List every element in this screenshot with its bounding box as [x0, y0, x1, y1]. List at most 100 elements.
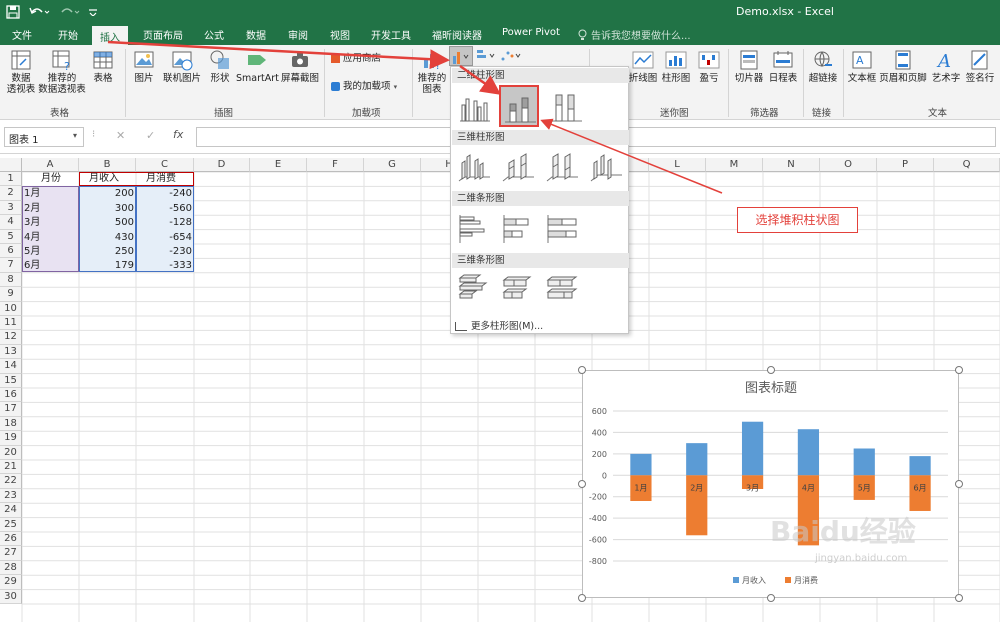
percent-stacked-column-option[interactable] — [548, 89, 584, 125]
row-header-4[interactable]: 4 — [0, 215, 22, 230]
row-header-25[interactable]: 25 — [0, 517, 22, 532]
column-header-P[interactable]: P — [877, 158, 934, 172]
cell-B7[interactable]: 179 — [81, 259, 134, 272]
chart-object[interactable]: 图表标题 600 400 200 0 -200 -400 -600 -800 1月 2月 3月 4月 5… — [582, 370, 959, 598]
tab-file[interactable]: 文件 — [12, 27, 32, 42]
row-header-30[interactable]: 30 — [0, 589, 22, 604]
textbox-button[interactable]: A 文本框 — [846, 49, 878, 84]
tab-power-pivot[interactable]: Power Pivot — [502, 27, 560, 38]
column-chart-dropdown-button[interactable] — [449, 46, 473, 66]
row-header-14[interactable]: 14 — [0, 359, 22, 374]
signature-line-button[interactable]: 签名行 — [963, 49, 997, 84]
row-header-1[interactable]: 1 — [0, 172, 22, 187]
column-header-D[interactable]: D — [194, 158, 250, 172]
scatter-chart-icon[interactable] — [500, 48, 524, 64]
picture-button[interactable]: 图片 — [130, 49, 158, 84]
bar-income-5月[interactable] — [853, 448, 875, 476]
row-header-24[interactable]: 24 — [0, 503, 22, 518]
3d-clustered-bar-option[interactable] — [456, 272, 492, 308]
name-box[interactable]: 图表 1 ▾ — [4, 127, 84, 147]
cell-A3[interactable]: 2月 — [24, 202, 77, 215]
cell-C7[interactable]: -333 — [138, 259, 192, 272]
column-header-O[interactable]: O — [820, 158, 877, 172]
3d-percent-stacked-bar-option[interactable] — [544, 272, 580, 308]
legend-swatch-0[interactable] — [733, 577, 739, 583]
cell-A7[interactable]: 6月 — [24, 259, 77, 272]
3d-clustered-column-option[interactable] — [456, 149, 492, 185]
resize-handle[interactable] — [578, 480, 586, 488]
3d-stacked-column-option[interactable] — [500, 149, 536, 185]
row-header-16[interactable]: 16 — [0, 388, 22, 403]
cell-A6[interactable]: 5月 — [24, 245, 77, 258]
bar-chart-icon[interactable] — [476, 48, 498, 64]
cancel-icon[interactable]: ✕ — [116, 129, 125, 142]
bar-income-3月[interactable] — [741, 421, 764, 476]
cell-C4[interactable]: -128 — [138, 216, 192, 229]
row-header-21[interactable]: 21 — [0, 460, 22, 475]
enter-icon[interactable]: ✓ — [146, 129, 155, 142]
row-header-6[interactable]: 6 — [0, 244, 22, 259]
cell-B1[interactable]: 月收入 — [81, 172, 135, 185]
online-picture-button[interactable]: 联机图片 — [160, 49, 204, 84]
sparkline-winloss-button[interactable]: 盈亏 — [695, 49, 723, 84]
cell-A4[interactable]: 3月 — [24, 216, 77, 229]
chart-title[interactable]: 图表标题 — [745, 381, 797, 396]
row-header-13[interactable]: 13 — [0, 344, 22, 360]
percent-stacked-bar-option[interactable] — [544, 211, 580, 247]
bar-income-4月[interactable] — [797, 429, 820, 476]
timeline-button[interactable]: 日程表 — [767, 49, 799, 84]
smartart-button[interactable]: SmartArt — [236, 49, 279, 84]
select-all-corner[interactable] — [0, 158, 22, 172]
3d-stacked-bar-option[interactable] — [500, 272, 536, 308]
bar-income-2月[interactable] — [686, 443, 708, 476]
tab-developer[interactable]: 开发工具 — [371, 27, 411, 42]
row-header-18[interactable]: 18 — [0, 416, 22, 432]
cell-B5[interactable]: 430 — [81, 231, 134, 244]
stacked-column-option[interactable] — [499, 85, 539, 127]
tab-foxit-reader[interactable]: 福昕阅读器 — [432, 27, 482, 42]
column-header-G[interactable]: G — [364, 158, 421, 172]
row-header-29[interactable]: 29 — [0, 575, 22, 590]
header-footer-button[interactable]: 页眉和页脚 — [879, 49, 927, 84]
bar-income-1月[interactable] — [630, 453, 652, 476]
shapes-button[interactable]: 形状 — [206, 49, 234, 84]
bar-income-6月[interactable] — [909, 456, 931, 476]
row-header-27[interactable]: 27 — [0, 546, 22, 561]
row-header-22[interactable]: 22 — [0, 474, 22, 489]
row-header-26[interactable]: 26 — [0, 532, 22, 547]
column-header-B[interactable]: B — [79, 158, 136, 172]
row-header-15[interactable]: 15 — [0, 373, 22, 388]
tab-view[interactable]: 视图 — [330, 27, 350, 42]
resize-handle[interactable] — [766, 594, 775, 602]
tab-insert[interactable]: 插入 — [92, 26, 128, 45]
recommended-pivot-button[interactable]: ? 推荐的 数据透视表 — [38, 49, 86, 95]
row-header-8[interactable]: 8 — [0, 272, 22, 288]
cell-B6[interactable]: 250 — [81, 245, 134, 258]
cell-A2[interactable]: 1月 — [24, 187, 77, 200]
store-button[interactable]: 应用商店 — [331, 53, 381, 64]
recommended-charts-button[interactable]: ? 推荐的 图表 — [416, 49, 448, 95]
row-header-11[interactable]: 11 — [0, 316, 22, 331]
tab-home[interactable]: 开始 — [58, 27, 78, 42]
column-header-N[interactable]: N — [763, 158, 820, 172]
3d-column-option[interactable] — [588, 149, 624, 185]
table-button[interactable]: 表格 — [89, 49, 117, 84]
row-header-10[interactable]: 10 — [0, 301, 22, 316]
cell-B2[interactable]: 200 — [81, 187, 134, 200]
resize-handle[interactable] — [766, 366, 775, 374]
resize-handle[interactable] — [955, 480, 963, 488]
cell-C3[interactable]: -560 — [138, 202, 192, 215]
cell-C1[interactable]: 月消费 — [138, 172, 192, 185]
row-header-17[interactable]: 17 — [0, 402, 22, 417]
cell-B4[interactable]: 500 — [81, 216, 134, 229]
row-header-20[interactable]: 20 — [0, 445, 22, 460]
tab-data[interactable]: 数据 — [246, 27, 266, 42]
cell-C6[interactable]: -230 — [138, 245, 192, 258]
row-header-3[interactable]: 3 — [0, 200, 22, 216]
pivot-table-button[interactable]: 数据 透视表 — [4, 49, 38, 95]
my-addins-button[interactable]: 我的加载项 ▾ — [331, 81, 397, 93]
column-header-C[interactable]: C — [136, 158, 194, 172]
column-header-Q[interactable]: Q — [934, 158, 1000, 172]
row-header-7[interactable]: 7 — [0, 258, 22, 273]
3d-percent-stacked-column-option[interactable] — [544, 149, 580, 185]
